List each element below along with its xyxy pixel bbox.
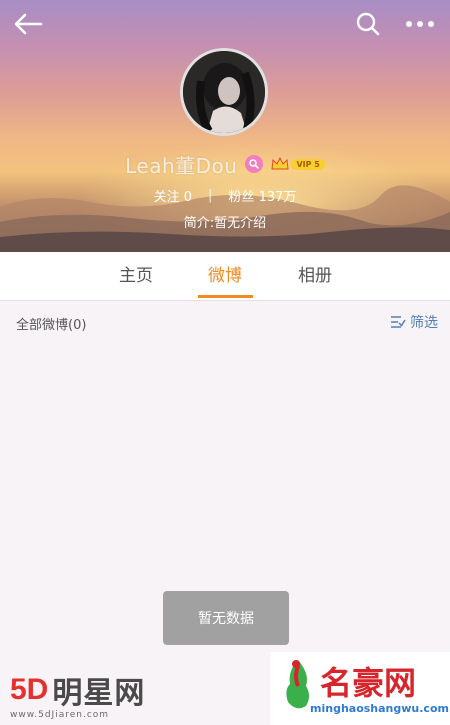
filter-button[interactable]: 筛选 [390,312,438,332]
profile-stats: 关注 0 | 粉丝 137万 [0,184,450,206]
profile-name-row: Leah董Dou VIP 5 [0,150,450,178]
tab-album[interactable]: 相册 [285,252,345,300]
following-label: 关注 [153,189,180,205]
tab-home[interactable]: 主页 [106,252,166,300]
watermark-5djiaren: 5D 明星网 www.5dJiaren.com [10,668,170,720]
profile-bio: 简介:暂无介绍 [183,216,267,231]
active-tab-indicator [198,295,253,298]
female-gender-icon [245,155,264,173]
following-count: 0 [183,189,193,205]
profile-name: Leah董Dou [125,153,238,178]
watermark-left-url: www.5dJiaren.com [10,710,110,720]
watermark-mingxing-text: 明星网 [52,676,146,711]
all-posts-count: 全部微博(0) [16,318,87,333]
following-stat[interactable]: 关注 0 [154,186,192,205]
avatar[interactable] [180,48,268,136]
profile-banner: Leah董Dou VIP 5 关注 0 | 粉丝 137万 简介:暂无介绍 [0,0,450,252]
stats-divider: | [208,187,213,203]
vip-badge[interactable]: VIP 5 [271,157,325,171]
watermark-right-title: 名豪网 [320,664,417,702]
followers-label: 粉丝 [228,189,255,205]
watermark-right-url: minghaoshangwu.com [310,702,449,715]
tab-weibo[interactable]: 微博 [195,252,255,300]
empty-data-toast: 暂无数据 [163,591,289,645]
vip-level-label: VIP 5 [291,158,325,170]
profile-tabs: 主页 微博 相册 [0,252,450,301]
watermark-5d-text: 5D [10,673,49,706]
more-dots-icon[interactable] [404,8,436,40]
followers-count: 137万 [258,189,297,205]
search-icon[interactable] [352,8,384,40]
crown-icon [271,157,290,170]
filter-label: 筛选 [410,315,438,331]
followers-stat[interactable]: 粉丝 137万 [228,186,296,205]
back-arrow-icon[interactable] [12,8,44,40]
filter-bar: 全部微博(0) 筛选 [0,301,450,345]
filter-list-icon [391,316,406,328]
watermark-minghao: 名豪网 minghaoshangwu.com [270,652,450,725]
